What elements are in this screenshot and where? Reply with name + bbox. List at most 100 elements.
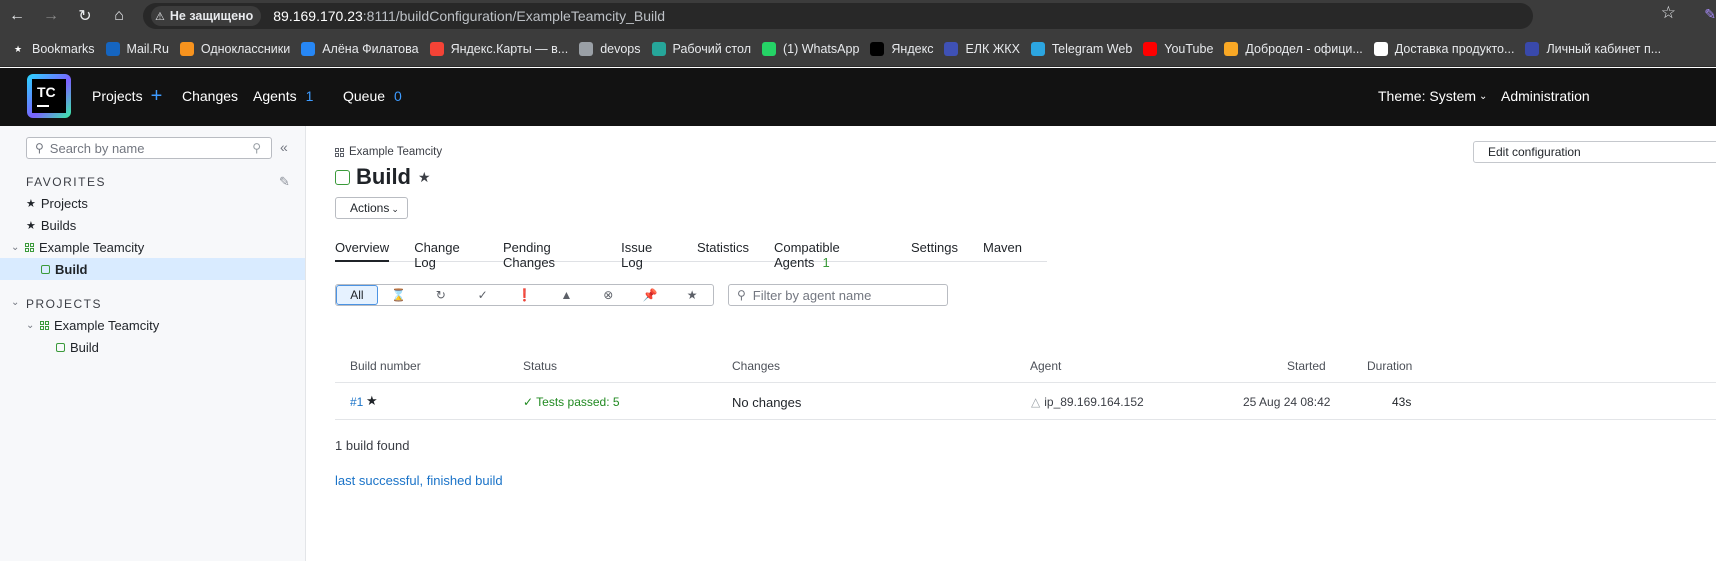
home-icon[interactable]: ⌂ <box>102 0 136 32</box>
build-agent[interactable]: △ ip_89.169.164.152 <box>1031 395 1144 409</box>
edit-configuration-button[interactable]: Edit configuration <box>1473 141 1716 163</box>
project-icon <box>40 320 49 330</box>
build-number-link[interactable]: #1 <box>350 395 363 409</box>
bookmark-favicon-icon <box>1143 42 1158 56</box>
bookmark-item[interactable]: Telegram Web <box>1030 42 1132 56</box>
search-submit-icon[interactable]: ⚲ <box>252 141 261 155</box>
tab-statistics[interactable]: Statistics <box>697 240 749 262</box>
nav-agents[interactable]: Agents 1 <box>253 88 313 104</box>
add-project-icon[interactable]: + <box>151 86 163 106</box>
bookmark-label: YouTube <box>1164 42 1214 56</box>
actions-button[interactable]: Actions ⌄ <box>335 197 408 219</box>
bookmark-item[interactable]: Рабочий стол <box>651 42 751 56</box>
hourglass-icon[interactable]: ⌛ <box>378 285 420 305</box>
bookmark-item[interactable]: Яндекс.Карты — в... <box>429 42 569 56</box>
star-icon[interactable]: ★ <box>671 285 713 305</box>
breadcrumb[interactable]: Example Teamcity <box>335 146 442 158</box>
bookmark-star-icon[interactable]: ☆ <box>1661 3 1676 23</box>
build-config-icon <box>41 264 50 274</box>
queue-count: 0 <box>394 88 402 104</box>
bookmark-item[interactable]: Алёна Филатова <box>301 42 419 56</box>
teamcity-logo[interactable]: TC <box>27 74 71 118</box>
search-icon: ⚲ <box>35 141 44 155</box>
bookmark-item[interactable]: Доставка продукто... <box>1373 42 1514 56</box>
favorite-builds-label: Builds <box>40 217 77 233</box>
success-check-icon[interactable]: ✓ <box>462 285 504 305</box>
cancelled-icon[interactable]: ⊗ <box>587 285 629 305</box>
agent-filter-input[interactable]: ⚲ Filter by agent name <box>728 284 948 306</box>
star-icon[interactable]: ★ <box>366 393 378 409</box>
nav-projects[interactable]: Projects + <box>92 86 163 106</box>
favorite-project-label: Example Teamcity <box>39 239 145 255</box>
bookmark-favicon-icon <box>761 42 776 56</box>
tab-change-log[interactable]: Change Log <box>414 240 478 270</box>
bookmark-favicon-icon <box>1030 42 1045 56</box>
chevron-down-icon[interactable]: ⌄ <box>11 297 21 308</box>
nav-administration-label: Administration <box>1501 88 1590 104</box>
star-icon: ★ <box>13 43 23 54</box>
favorite-build-item[interactable]: Build <box>0 258 305 280</box>
bookmark-item[interactable]: Mail.Ru <box>105 42 169 56</box>
bookmark-item[interactable]: ★ Bookmarks <box>11 42 95 56</box>
back-icon[interactable]: ← <box>0 0 34 32</box>
main-content: Example Teamcity Build ★ Edit configurat… <box>306 126 1716 561</box>
theme-selector[interactable]: Theme: System ⌄ <box>1378 88 1487 104</box>
nav-queue[interactable]: Queue 0 <box>343 88 402 104</box>
page-title-label: Build <box>356 164 411 189</box>
nav-changes-label: Changes <box>182 88 239 104</box>
sidebar-search-input[interactable]: ⚲ Search by name ⚲ <box>26 137 272 159</box>
chevron-down-icon: ⌄ <box>1479 90 1488 102</box>
tab-maven[interactable]: Maven <box>983 240 1022 262</box>
warning-icon[interactable]: ▲ <box>545 285 587 305</box>
bookmark-label: ЕЛК ЖКХ <box>965 42 1020 56</box>
pin-icon[interactable]: 📌 <box>629 285 671 305</box>
chevron-down-icon[interactable]: ⌄ <box>26 320 36 331</box>
bookmark-item[interactable]: Личный кабинет п... <box>1525 42 1661 56</box>
bookmark-item[interactable]: YouTube <box>1143 42 1213 56</box>
favorite-project-example[interactable]: ⌄ Example Teamcity <box>0 236 305 258</box>
agents-count: 1 <box>305 88 314 104</box>
edit-favorites-icon[interactable]: ✎ <box>279 174 290 190</box>
url-host: 89.169.170.23 <box>273 8 363 24</box>
bookmark-label: Яндекс.Карты — в... <box>450 42 569 56</box>
favorite-star-icon[interactable]: ★ <box>418 169 431 186</box>
tab-settings[interactable]: Settings <box>911 240 958 262</box>
build-started: 25 Aug 24 08:42 <box>1243 395 1331 409</box>
column-duration: Duration <box>1367 359 1413 373</box>
chevron-down-icon[interactable]: ⌄ <box>11 242 21 253</box>
projects-title-label: PROJECTS <box>26 297 103 311</box>
bookmark-item[interactable]: ЕЛК ЖКХ <box>944 42 1020 56</box>
bookmark-item[interactable]: (1) WhatsApp <box>761 42 859 56</box>
tab-compatible-agents[interactable]: Compatible Agents 1 <box>774 240 886 270</box>
filter-all-button[interactable]: All <box>336 285 378 305</box>
project-build-item[interactable]: Build <box>0 336 305 358</box>
security-chip[interactable]: ⚠ Не защищено <box>151 6 262 26</box>
tab-overview[interactable]: Overview <box>335 240 390 262</box>
collapse-sidebar-icon[interactable]: « <box>280 139 288 155</box>
favorite-projects[interactable]: ★ Projects <box>0 192 305 214</box>
status-filter-group: All ⌛ ↻ ✓ ❗ ▲ ⊗ 📌 ★ <box>335 284 714 306</box>
favorite-builds[interactable]: ★ Builds <box>0 214 305 236</box>
project-example[interactable]: ⌄ Example Teamcity <box>0 314 305 336</box>
table-row[interactable]: #1 ★ ✓ Tests passed: 5 No changes △ ip_89… <box>335 382 1716 420</box>
bookmark-item[interactable]: Яндекс <box>870 42 933 56</box>
nav-administration[interactable]: Administration <box>1501 88 1590 104</box>
tab-issue-log[interactable]: Issue Log <box>621 240 672 270</box>
running-icon[interactable]: ↻ <box>420 285 462 305</box>
error-icon[interactable]: ❗ <box>504 285 546 305</box>
tab-pending-changes[interactable]: Pending Changes <box>503 240 596 270</box>
last-successful-build-link[interactable]: last successful, finished build <box>335 473 503 488</box>
bookmark-item[interactable]: Одноклассники <box>179 42 290 56</box>
sidebar: ⚲ Search by name ⚲ « FAVORITES ✎ ★ Projec… <box>0 126 306 561</box>
build-status[interactable]: ✓ Tests passed: 5 <box>523 395 620 409</box>
nav-changes[interactable]: Changes <box>182 88 238 104</box>
reload-icon[interactable]: ↻ <box>68 0 102 32</box>
address-bar[interactable]: ⚠ Не защищено 89.169.170.23:8111/buildCon… <box>143 3 1533 29</box>
bookmark-favicon-icon <box>944 42 959 56</box>
bookmark-item[interactable]: devops <box>579 42 641 56</box>
build-duration: 43s <box>1392 395 1412 409</box>
extension-pen-icon[interactable]: ✎ <box>1704 6 1716 23</box>
bookmark-label: Личный кабинет п... <box>1546 42 1662 56</box>
forward-icon[interactable]: → <box>34 0 68 32</box>
bookmark-item[interactable]: Добродел - офици... <box>1224 42 1363 56</box>
